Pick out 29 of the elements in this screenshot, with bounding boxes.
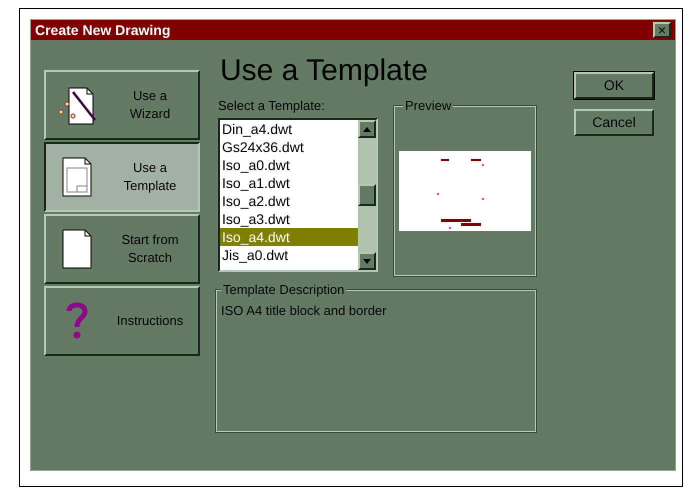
scroll-thumb[interactable] <box>358 184 376 206</box>
mode-button[interactable]: Use a Template <box>44 142 200 212</box>
blank-page-icon <box>61 228 93 270</box>
description-text: ISO A4 title block and border <box>221 303 386 318</box>
list-label: Select a Template: <box>218 98 326 114</box>
description-title: Template Description <box>221 282 346 298</box>
template-item[interactable]: Jis_a0.dwt <box>220 246 358 264</box>
mode-button[interactable]: Instructions <box>44 286 200 356</box>
mode-button[interactable]: Use a Wizard <box>44 70 200 140</box>
scrollbar[interactable] <box>358 120 376 270</box>
template-item[interactable]: Din_a4.dwt <box>220 120 358 138</box>
template-item[interactable]: Iso_a1.dwt <box>220 174 358 192</box>
page-heading: Use a Template <box>219 54 429 88</box>
mode-button[interactable]: Start from Scratch <box>44 214 200 284</box>
dialog-button[interactable]: OK <box>574 72 654 99</box>
window-title: Create New Drawing <box>35 20 170 40</box>
dialog-button[interactable]: Cancel <box>574 109 654 136</box>
template-item[interactable]: Iso_a0.dwt <box>220 156 358 174</box>
template-item[interactable]: Gs24x36.dwt <box>220 138 358 156</box>
up-arrow-icon <box>363 126 371 132</box>
template-item[interactable]: Iso_a2.dwt <box>220 192 358 210</box>
close-button[interactable]: × <box>653 22 671 38</box>
scroll-up-button[interactable] <box>358 120 376 138</box>
down-arrow-icon <box>363 258 371 264</box>
template-page-icon <box>61 156 93 198</box>
scroll-down-button[interactable] <box>358 252 376 270</box>
question-mark-icon <box>65 301 89 341</box>
template-item[interactable]: Iso_a3.dwt <box>220 210 358 228</box>
template-item[interactable]: Iso_a4.dwt <box>220 228 358 246</box>
